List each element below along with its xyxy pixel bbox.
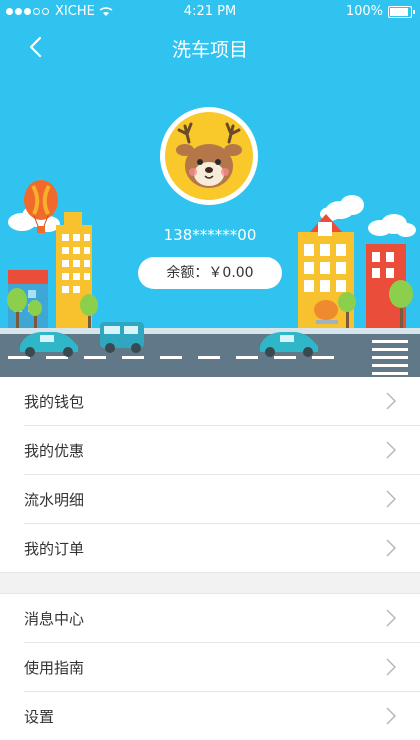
menu-item-label: 使用指南 [24,659,85,677]
chevron-right-icon [386,609,396,627]
menu-item-orders[interactable]: 我的订单 [24,524,420,572]
menu-item-label: 我的优惠 [24,442,85,460]
chevron-right-icon [386,490,396,508]
profile-header: XICHE 4:21 PM 100% 洗车项目 138******00 余额：￥… [0,0,420,377]
menu-item-coupons[interactable]: 我的优惠 [24,426,420,475]
menu-item-label: 设置 [24,708,55,726]
balance-value: ￥0.00 [208,265,254,281]
menu-item-settings[interactable]: 设置 [24,692,420,740]
chevron-right-icon [386,392,396,410]
avatar[interactable] [160,107,258,205]
menu-group-2: 消息中心 使用指南 设置 [0,594,420,740]
menu-item-label: 消息中心 [24,610,85,628]
menu-item-wallet[interactable]: 我的钱包 [24,377,420,426]
menu-group-1: 我的钱包 我的优惠 流水明细 我的订单 [0,377,420,572]
battery-percent: 100% [345,4,383,19]
chevron-right-icon [386,707,396,725]
menu-item-guide[interactable]: 使用指南 [24,643,420,692]
user-phone: 138******00 [163,226,257,244]
balance-pill[interactable]: 余额：￥0.00 [138,257,282,289]
battery-icon [388,5,415,18]
menu-item-label: 我的订单 [24,540,85,558]
balance-label: 余额： [166,265,209,281]
section-divider [0,572,420,594]
chevron-right-icon [386,658,396,676]
chevron-right-icon [386,539,396,557]
menu-item-label: 流水明细 [24,491,85,509]
deer-avatar-icon [165,112,253,200]
menu-item-messages[interactable]: 消息中心 [24,594,420,643]
nav-bar: 洗车项目 [0,28,420,68]
menu-item-label: 我的钱包 [24,393,85,411]
page-title: 洗车项目 [171,39,248,61]
status-bar: XICHE 4:21 PM 100% [0,0,420,24]
chevron-right-icon [386,441,396,459]
menu-item-transactions[interactable]: 流水明细 [24,475,420,524]
